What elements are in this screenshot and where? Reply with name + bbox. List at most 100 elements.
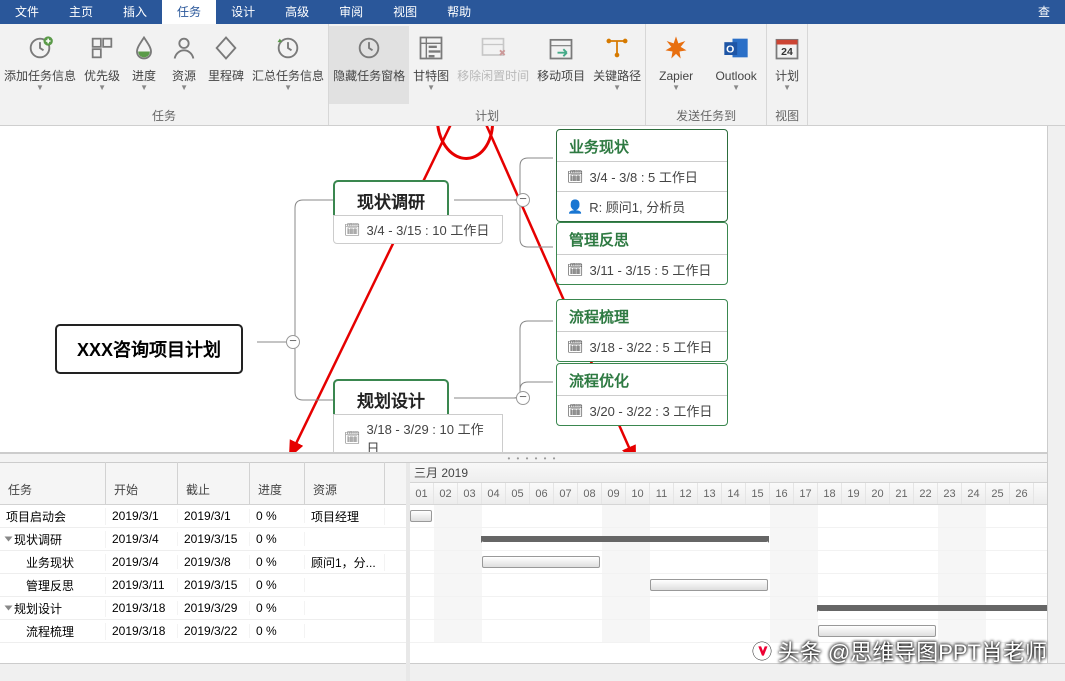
- day-header: 22: [914, 483, 938, 504]
- day-header: 06: [530, 483, 554, 504]
- subtopic-optimize[interactable]: 流程优化 🗓3/20 - 3/22 : 3 工作日: [556, 363, 728, 426]
- chevron-down-icon: ▼: [284, 83, 292, 93]
- col-header[interactable]: 任务: [0, 462, 106, 504]
- topic-planning-info: 🗓3/18 - 3/29 : 10 工作日: [333, 414, 503, 453]
- ribbon-move-project[interactable]: 移动项目: [533, 26, 589, 104]
- task-name: 现状调研: [14, 531, 62, 548]
- gantt-body[interactable]: [410, 505, 1065, 643]
- menu-设计[interactable]: 设计: [216, 0, 270, 24]
- table-row[interactable]: 项目启动会2019/3/12019/3/10 %项目经理: [0, 505, 406, 528]
- ribbon-label: 优先级: [84, 69, 120, 83]
- gantt-row: [410, 505, 1065, 528]
- collapse-toggle[interactable]: −: [286, 335, 300, 349]
- svg-text:24: 24: [781, 46, 793, 58]
- cell: 2019/3/15: [178, 578, 250, 592]
- ribbon-priority[interactable]: 优先级▼: [80, 26, 124, 104]
- table-row[interactable]: 流程梳理2019/3/182019/3/220 %: [0, 620, 406, 643]
- menu-search[interactable]: 查: [1023, 0, 1065, 24]
- mindmap-canvas[interactable]: XXX咨询项目计划 − 现状调研 🗓3/4 - 3/15 : 10 工作日 规划…: [0, 126, 1065, 453]
- gantt-summary-bar[interactable]: [482, 536, 768, 542]
- ribbon-milestone[interactable]: 里程碑: [204, 26, 248, 104]
- col-header[interactable]: 截止: [178, 462, 250, 504]
- subtopic-business[interactable]: 业务现状 🗓3/4 - 3/8 : 5 工作日 👤R: 顾问1, 分析员: [556, 129, 728, 222]
- ribbon-label: 隐藏任务窗格: [333, 69, 405, 83]
- chevron-down-icon: ▼: [783, 83, 791, 93]
- cell: 2019/3/1: [178, 509, 250, 523]
- drop-icon: [128, 32, 160, 64]
- ribbon-label: Outlook: [715, 69, 756, 83]
- ribbon-add-task-info[interactable]: 添加任务信息▼: [0, 26, 80, 104]
- ribbon-outlook[interactable]: OOutlook▼: [706, 26, 766, 104]
- menubar: 文件主页插入任务设计高级审阅视图帮助 查: [0, 0, 1065, 24]
- subtopic-date: 🗓3/4 - 3/8 : 5 工作日: [557, 161, 727, 191]
- col-header[interactable]: 资源: [305, 462, 385, 504]
- menu-审阅[interactable]: 审阅: [324, 0, 378, 24]
- expand-toggle[interactable]: [5, 537, 13, 542]
- menu-插入[interactable]: 插入: [108, 0, 162, 24]
- cell: 2019/3/8: [178, 555, 250, 569]
- day-header: 24: [962, 483, 986, 504]
- cell: 2019/3/18: [106, 601, 178, 615]
- table-row[interactable]: 管理反思2019/3/112019/3/150 %: [0, 574, 406, 597]
- chevron-down-icon: ▼: [36, 83, 44, 93]
- ribbon-label: 移动项目: [537, 69, 585, 83]
- day-header: 07: [554, 483, 578, 504]
- menu-文件[interactable]: 文件: [0, 0, 54, 24]
- gantt-icon: [415, 32, 447, 64]
- collapse-toggle[interactable]: −: [516, 193, 530, 207]
- cal-24-icon: 24: [771, 32, 803, 64]
- day-header: 09: [602, 483, 626, 504]
- gantt-task-bar[interactable]: [410, 510, 432, 522]
- menu-视图[interactable]: 视图: [378, 0, 432, 24]
- col-header[interactable]: 进度: [250, 462, 305, 504]
- collapse-toggle[interactable]: −: [516, 391, 530, 405]
- cell: 2019/3/1: [106, 509, 178, 523]
- boxes-icon: [86, 32, 118, 64]
- ribbon-resource[interactable]: 资源▼: [164, 26, 204, 104]
- outlook-icon: O: [720, 32, 752, 64]
- subtopic-reflection[interactable]: 管理反思 🗓3/11 - 3/15 : 5 工作日: [556, 222, 728, 285]
- scrollbar-vertical[interactable]: [1047, 126, 1065, 663]
- annotation-arrow-left: [0, 126, 1065, 453]
- ribbon-rollup[interactable]: 汇总任务信息▼: [248, 26, 328, 104]
- day-header: 14: [722, 483, 746, 504]
- subtopic-process[interactable]: 流程梳理 🗓3/18 - 3/22 : 5 工作日: [556, 299, 728, 362]
- cell: 0 %: [250, 624, 305, 638]
- cell: 2019/3/22: [178, 624, 250, 638]
- ribbon-plan[interactable]: 24计划▼: [767, 26, 807, 104]
- table-row[interactable]: 现状调研2019/3/42019/3/150 %: [0, 528, 406, 551]
- table-row[interactable]: 规划设计2019/3/182019/3/290 %: [0, 597, 406, 620]
- day-header: 16: [770, 483, 794, 504]
- cell: 0 %: [250, 555, 305, 569]
- menu-主页[interactable]: 主页: [54, 0, 108, 24]
- chevron-down-icon: ▼: [613, 83, 621, 93]
- day-header: 17: [794, 483, 818, 504]
- ribbon-hide-task-pane[interactable]: 隐藏任务窗格: [329, 26, 409, 104]
- subtopic-title: 流程优化: [557, 370, 727, 395]
- ribbon-zapier[interactable]: Zapier▼: [646, 26, 706, 104]
- root-topic[interactable]: XXX咨询项目计划: [55, 324, 243, 374]
- ribbon-gantt[interactable]: 甘特图▼: [409, 26, 453, 104]
- gantt-task-bar[interactable]: [650, 579, 768, 591]
- ribbon-critical-path[interactable]: 关键路径▼: [589, 26, 645, 104]
- watermark: 头条 @思维导图PPT肖老师: [751, 635, 1047, 667]
- ribbon-label: 资源: [172, 69, 196, 83]
- task-name: 项目启动会: [6, 508, 66, 525]
- ribbon-progress[interactable]: 进度▼: [124, 26, 164, 104]
- menu-任务[interactable]: 任务: [162, 0, 216, 24]
- table-row[interactable]: 业务现状2019/3/42019/3/80 %顾问1，分...: [0, 551, 406, 574]
- ribbon-label: Zapier: [659, 69, 693, 83]
- gantt-task-bar[interactable]: [482, 556, 600, 568]
- cell: 0 %: [250, 601, 305, 615]
- expand-toggle[interactable]: [5, 606, 13, 611]
- ribbon-label: 移除闲置时间: [457, 69, 529, 83]
- chevron-down-icon: ▼: [672, 83, 680, 93]
- scrollbar-horizontal[interactable]: [0, 663, 406, 681]
- ribbon-label: 关键路径: [593, 69, 641, 83]
- day-header: 26: [1010, 483, 1034, 504]
- menu-高级[interactable]: 高级: [270, 0, 324, 24]
- subtopic-title: 管理反思: [557, 229, 727, 254]
- menu-帮助[interactable]: 帮助: [432, 0, 486, 24]
- gantt-summary-bar[interactable]: [818, 605, 1065, 611]
- col-header[interactable]: 开始: [106, 462, 178, 504]
